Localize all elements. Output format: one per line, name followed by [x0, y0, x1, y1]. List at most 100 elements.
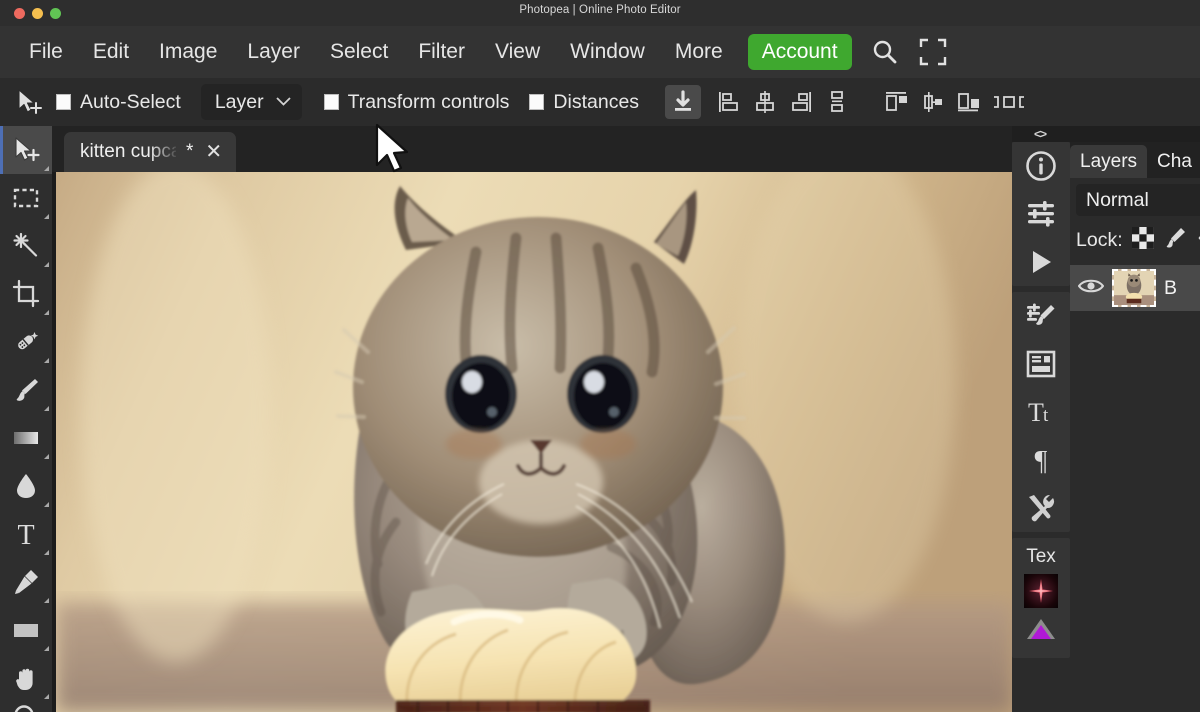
align-center-horizontal-icon[interactable] — [747, 85, 783, 119]
star-effect-swatch[interactable] — [1024, 574, 1058, 608]
svg-text:T: T — [17, 520, 34, 549]
tab-layers[interactable]: Layers — [1070, 145, 1148, 178]
layer-name: B — [1164, 276, 1178, 299]
paragraph-icon[interactable]: ¶ — [1012, 436, 1070, 484]
tool-expand-corner-icon — [44, 214, 49, 219]
target-select-value: Layer — [214, 90, 264, 113]
arrange-download-icon[interactable] — [665, 85, 702, 119]
chevron-down-icon — [275, 93, 291, 111]
distribute-center-icon[interactable] — [915, 85, 951, 119]
rail-group-swatches: Tex — [1012, 538, 1070, 658]
menu-item-view[interactable]: View — [480, 38, 555, 66]
tab-channels[interactable]: Cha — [1147, 145, 1200, 178]
align-left-icon[interactable] — [711, 85, 747, 119]
lock-label: Lock: — [1076, 229, 1123, 251]
menu-item-image[interactable]: Image — [144, 38, 232, 66]
pen-tool[interactable] — [0, 558, 52, 606]
gradient-tool[interactable] — [0, 414, 52, 462]
lock-paint-icon[interactable] — [1163, 226, 1187, 255]
crop-tool[interactable] — [0, 270, 52, 318]
options-bar: Auto-Select Layer Transform controls Dis… — [0, 78, 1200, 126]
auto-select-control[interactable]: Auto-Select — [56, 91, 181, 114]
account-button[interactable]: Account — [747, 34, 852, 70]
move-tool-icon[interactable] — [10, 87, 48, 117]
lock-row: Lock: — [1070, 220, 1200, 261]
tool-expand-corner-icon — [44, 166, 49, 171]
distances-checkbox[interactable] — [529, 94, 545, 110]
layer-thumbnail[interactable] — [1112, 269, 1156, 307]
fullscreen-icon[interactable] — [918, 37, 948, 67]
rail-section-label: Tex — [1026, 546, 1056, 567]
distribute-left-icon[interactable] — [879, 85, 915, 119]
tool-expand-corner-icon — [44, 550, 49, 555]
menu-item-edit[interactable]: Edit — [78, 38, 144, 66]
tool-expand-corner-icon — [44, 694, 49, 699]
align-right-icon[interactable] — [783, 85, 819, 119]
title-bar: Photopea | Online Photo Editor — [0, 0, 1200, 26]
tool-expand-corner-icon — [44, 406, 49, 411]
menu-item-select[interactable]: Select — [315, 38, 403, 66]
adjustments-icon[interactable] — [1012, 190, 1070, 238]
layer-row[interactable]: B — [1070, 265, 1200, 311]
blend-mode-dropdown[interactable]: Normal — [1076, 184, 1200, 216]
right-panel-dock: <> T t ¶ Tex Layers Cha Normal Lock: B — [1012, 126, 1200, 712]
eye-icon[interactable] — [1077, 276, 1105, 301]
tool-expand-corner-icon — [44, 310, 49, 315]
document-tab[interactable]: kitten cupcak * ✕ — [64, 132, 237, 172]
play-icon[interactable] — [1012, 238, 1070, 286]
magic-wand-tool[interactable] — [0, 222, 52, 270]
tool-expand-corner-icon — [44, 646, 49, 651]
photopea-app: Photopea | Online Photo Editor File Edit… — [0, 0, 1200, 712]
blend-mode-value: Normal — [1086, 188, 1149, 211]
menu-item-layer[interactable]: Layer — [232, 38, 315, 66]
distances-control[interactable]: Distances — [529, 91, 639, 114]
menu-item-file[interactable]: File — [14, 38, 78, 66]
target-select-dropdown[interactable]: Layer — [200, 84, 302, 120]
transform-controls-control[interactable]: Transform controls — [323, 90, 510, 114]
transform-controls-label: Transform controls — [347, 90, 510, 113]
spot-heal-tool[interactable] — [0, 318, 52, 366]
document-tab-label: kitten cupcak — [80, 141, 176, 162]
panel-icon-rail: T t ¶ Tex — [1012, 142, 1070, 712]
menu-item-filter[interactable]: Filter — [403, 38, 480, 66]
lock-transparent-icon[interactable] — [1131, 226, 1155, 255]
panel-collapse-bar[interactable]: <> — [1012, 126, 1200, 142]
purple-triangle-swatch[interactable] — [1012, 608, 1070, 650]
menu-item-more[interactable]: More — [660, 38, 738, 66]
auto-select-checkbox[interactable] — [56, 94, 71, 110]
properties-icon[interactable] — [1012, 340, 1070, 388]
menu-item-window[interactable]: Window — [555, 38, 660, 66]
move-tool[interactable] — [0, 126, 52, 174]
character-icon[interactable]: T t — [1012, 388, 1070, 436]
tools-icon[interactable] — [1012, 484, 1070, 532]
distribute-right-icon[interactable] — [951, 85, 987, 119]
brush-tool[interactable] — [0, 366, 52, 414]
lock-move-icon[interactable] — [1195, 226, 1200, 255]
close-icon[interactable]: ✕ — [203, 142, 224, 162]
collapse-panels-toggle[interactable]: <> — [1034, 127, 1047, 141]
transform-controls-checkbox[interactable] — [323, 94, 339, 110]
canvas-area[interactable] — [52, 172, 1012, 712]
zoom-tool[interactable] — [0, 702, 52, 712]
blur-tool[interactable] — [0, 462, 52, 510]
document-tab-unsaved-marker: * — [186, 141, 194, 162]
info-icon[interactable] — [1012, 142, 1070, 190]
align-toolbar — [665, 85, 1031, 119]
shape-tool[interactable] — [0, 606, 52, 654]
type-tool[interactable]: T — [0, 510, 52, 558]
document-tab-bar: kitten cupcak * ✕ — [52, 126, 1012, 172]
rectangular-marquee-tool[interactable] — [0, 174, 52, 222]
canvas-image — [56, 172, 1012, 712]
window-title: Photopea | Online Photo Editor — [519, 4, 681, 16]
hand-tool[interactable] — [0, 654, 52, 702]
distribute-spacing-icon[interactable] — [987, 85, 1031, 119]
layers-panel: Layers Cha Normal Lock: B — [1070, 142, 1200, 712]
search-icon[interactable] — [870, 37, 900, 67]
align-top-icon[interactable] — [819, 85, 855, 119]
tool-expand-corner-icon — [44, 262, 49, 267]
svg-text:¶: ¶ — [1035, 446, 1048, 477]
auto-select-label: Auto-Select — [80, 90, 181, 113]
brush-settings-icon[interactable] — [1012, 292, 1070, 340]
panel-tab-strip: Layers Cha — [1070, 142, 1200, 178]
blend-mode-row: Normal — [1070, 178, 1200, 220]
